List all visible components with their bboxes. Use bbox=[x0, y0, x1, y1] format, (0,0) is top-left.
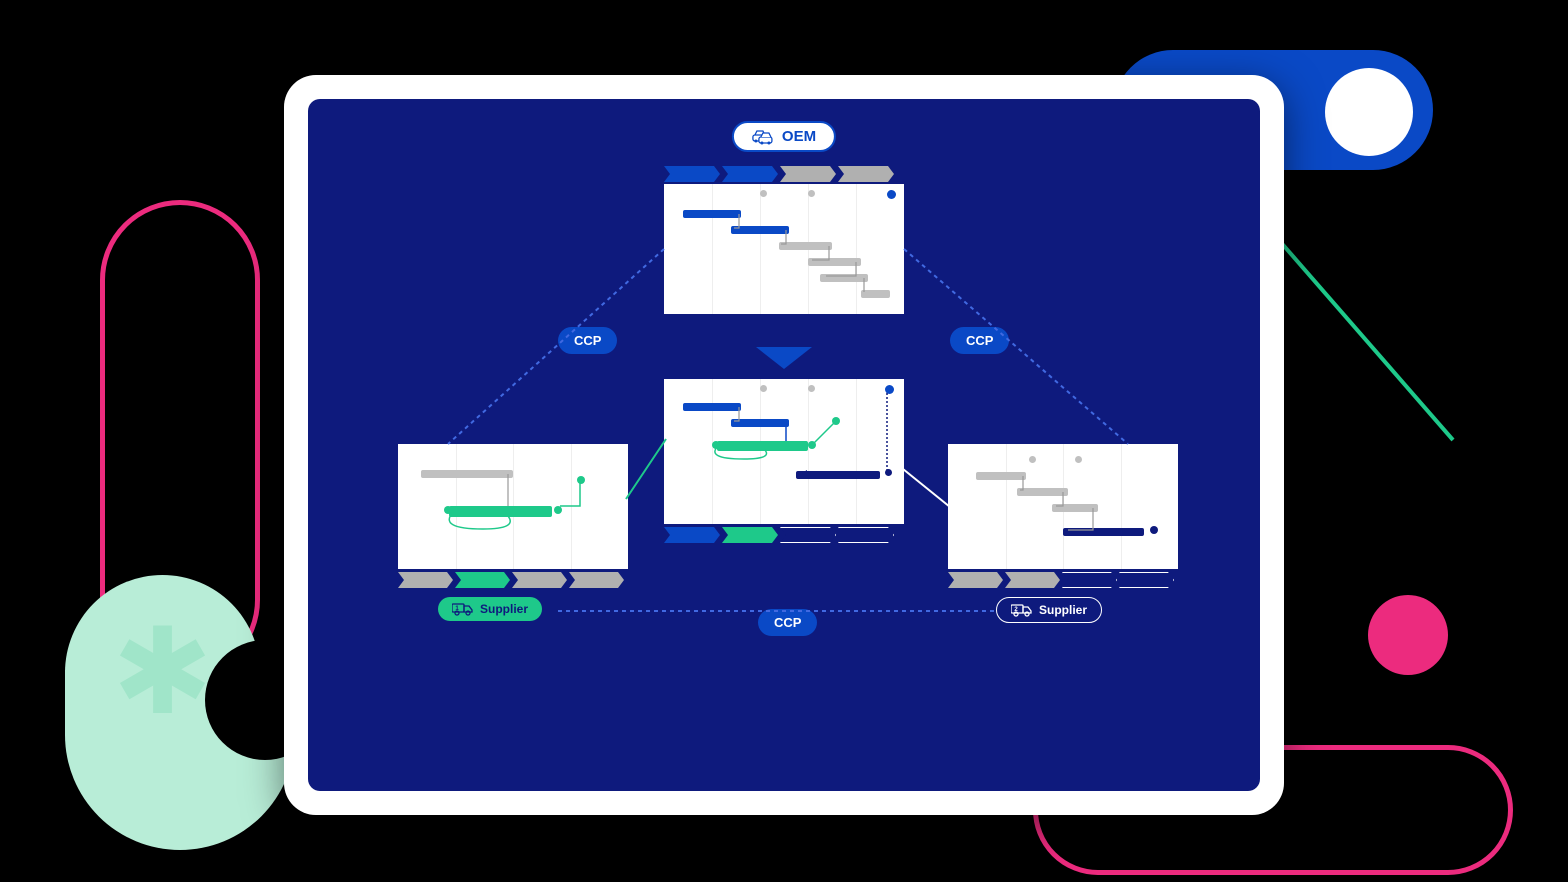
truck-icon: 1 bbox=[452, 602, 474, 616]
chevron-segment bbox=[1062, 572, 1117, 588]
gantt-panel-supplier-1 bbox=[398, 444, 628, 569]
pink-circle bbox=[1368, 595, 1448, 675]
left-chevron-bar bbox=[398, 572, 624, 588]
ccp-label: CCP bbox=[966, 333, 993, 348]
oem-label: OEM bbox=[782, 128, 816, 145]
chevron-segment bbox=[838, 527, 894, 543]
chevron-segment bbox=[512, 572, 567, 588]
chevron-segment bbox=[722, 527, 778, 543]
top-chevron-bar bbox=[664, 166, 894, 182]
supplier-label: Supplier bbox=[1039, 603, 1087, 617]
right-chevron-bar bbox=[948, 572, 1174, 588]
tablet-frame: OEM bbox=[284, 75, 1284, 815]
gantt-panel-center bbox=[664, 379, 904, 524]
ccp-badge-bottom: CCP bbox=[758, 609, 817, 636]
down-arrow-icon bbox=[756, 347, 812, 369]
chevron-segment bbox=[722, 166, 778, 182]
supplier-1-badge: 1 Supplier bbox=[438, 597, 542, 621]
ccp-badge-right: CCP bbox=[950, 327, 1009, 354]
chevron-segment bbox=[569, 572, 624, 588]
ccp-label: CCP bbox=[574, 333, 601, 348]
tablet-screen: OEM bbox=[308, 99, 1260, 791]
chevron-segment bbox=[780, 166, 836, 182]
supplier-label: Supplier bbox=[480, 602, 528, 616]
gantt-panel-oem bbox=[664, 184, 904, 314]
oem-badge: OEM bbox=[732, 121, 836, 152]
truck-icon: 2 bbox=[1011, 603, 1033, 617]
chevron-segment bbox=[838, 166, 894, 182]
gantt-panel-supplier-2 bbox=[948, 444, 1178, 569]
cars-icon bbox=[752, 129, 774, 145]
chevron-segment bbox=[780, 527, 836, 543]
chevron-segment bbox=[664, 166, 720, 182]
chevron-segment bbox=[1119, 572, 1174, 588]
white-circle bbox=[1325, 68, 1413, 156]
chevron-segment bbox=[1005, 572, 1060, 588]
chevron-segment bbox=[664, 527, 720, 543]
ccp-badge-left: CCP bbox=[558, 327, 617, 354]
chevron-segment bbox=[455, 572, 510, 588]
chevron-segment bbox=[398, 572, 453, 588]
ccp-label: CCP bbox=[774, 615, 801, 630]
supplier-2-badge: 2 Supplier bbox=[996, 597, 1102, 623]
chevron-segment bbox=[948, 572, 1003, 588]
center-chevron-bar bbox=[664, 527, 894, 543]
